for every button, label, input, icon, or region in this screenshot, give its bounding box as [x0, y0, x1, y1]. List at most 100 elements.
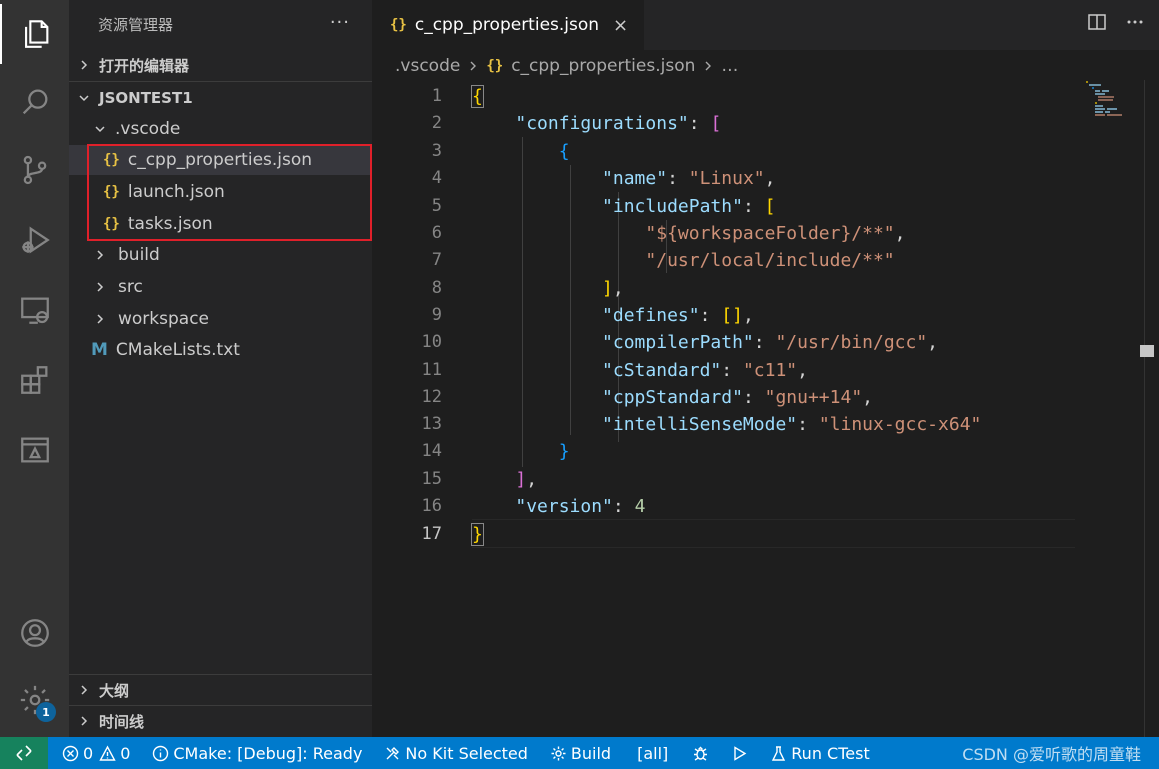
cmake-status-label: CMake: [Debug]: Ready [173, 743, 363, 763]
settings-gear-icon[interactable]: 1 [0, 670, 69, 730]
search-icon[interactable] [0, 72, 69, 132]
chevron-right-icon [93, 281, 107, 293]
remote-indicator[interactable] [0, 737, 48, 769]
tools-icon [386, 746, 400, 759]
line-number: 1 [431, 86, 442, 106]
cmake-icon[interactable] [0, 420, 69, 480]
explorer-icon[interactable] [0, 4, 69, 64]
line-number: 15 [421, 469, 442, 489]
run-ctest-label: Run CTest [791, 743, 870, 763]
tree-item-cmakelists[interactable]: M CMakeLists.txt [69, 335, 372, 365]
warning-icon [99, 745, 116, 761]
timeline-label: 时间线 [99, 712, 145, 731]
error-icon [62, 745, 79, 761]
run-debug-icon[interactable] [0, 210, 69, 270]
tab-label: c_cpp_properties.json [414, 15, 600, 35]
line-number: 10 [421, 332, 442, 352]
highlight-box [87, 144, 372, 241]
breadcrumb: .vscode {} c_cpp_properties.json … [395, 54, 738, 78]
code-line: "${workspaceFolder}/**", [645, 223, 906, 244]
open-editors-section[interactable]: 打开的编辑器 [69, 50, 372, 80]
chevron-right-icon [93, 313, 107, 325]
vertical-scrollbar[interactable] [1144, 80, 1158, 737]
code-line: { [558, 141, 570, 162]
problems-indicator[interactable]: 0 0 [62, 744, 130, 763]
line-number: 9 [431, 305, 442, 325]
activity-bar: 1 [0, 0, 69, 737]
tree-item-workspace[interactable]: workspace [69, 304, 372, 334]
json-file-icon: {} [390, 17, 407, 33]
code-line: "compilerPath": "/usr/bin/gcc", [602, 332, 939, 353]
code-line: "cppStandard": "gnu++14", [602, 387, 874, 408]
explorer-sidebar: 资源管理器 ··· 打开的编辑器 JSONTEST1 .vscode {} c_… [69, 0, 372, 737]
watermark: CSDN @爱听歌的周童鞋 [962, 745, 1141, 764]
debug-button[interactable] [692, 745, 713, 762]
chevron-down-icon [93, 123, 107, 135]
line-number: 11 [421, 360, 442, 380]
code-line: ], [602, 278, 624, 299]
info-icon [153, 745, 169, 761]
kit-selector[interactable]: No Kit Selected [384, 744, 528, 763]
build-label: Build [570, 743, 612, 763]
settings-badge: 1 [36, 702, 56, 722]
breadcrumb-file[interactable]: c_cpp_properties.json [511, 56, 695, 76]
tree-item-build[interactable]: build [69, 240, 372, 270]
breadcrumb-folder[interactable]: .vscode [395, 56, 460, 76]
chevron-right-icon [77, 59, 91, 71]
tree-item-label: CMakeLists.txt [115, 340, 240, 360]
build-target-label: [all] [637, 743, 669, 763]
minimap[interactable] [1084, 80, 1144, 120]
cmake-status[interactable]: CMake: [Debug]: Ready [152, 744, 362, 763]
extensions-icon[interactable] [0, 350, 69, 410]
scrollbar-cursor-marker [1140, 345, 1154, 357]
remote-explorer-icon[interactable] [0, 280, 69, 340]
bug-icon [694, 746, 708, 761]
code-line: "defines": [], [602, 305, 754, 326]
chevron-right-icon [703, 60, 713, 72]
tab-c-cpp-properties[interactable]: {} c_cpp_properties.json × [372, 0, 644, 50]
code-line: "cStandard": "c11", [602, 360, 808, 381]
more-actions-icon[interactable]: ··· [330, 12, 350, 33]
timeline-section[interactable]: 时间线 [69, 706, 372, 736]
line-number: 6 [431, 223, 442, 243]
tree-item-src[interactable]: src [69, 272, 372, 302]
warning-count: 0 [120, 743, 131, 763]
outline-section[interactable]: 大纲 [69, 675, 372, 705]
workspace-label: JSONTEST1 [99, 89, 193, 107]
json-file-icon: {} [486, 58, 504, 74]
tree-item-label: .vscode [115, 119, 181, 139]
close-icon[interactable]: × [613, 15, 628, 36]
workspace-section[interactable]: JSONTEST1 [69, 83, 372, 113]
gear-icon [551, 746, 566, 760]
line-number: 12 [421, 387, 442, 407]
source-control-icon[interactable] [0, 140, 69, 200]
beaker-icon [772, 745, 786, 761]
line-number: 3 [431, 141, 442, 161]
line-number: 5 [431, 196, 442, 216]
run-ctest-button[interactable]: Run CTest [770, 743, 870, 763]
chevron-right-icon [77, 684, 91, 696]
code-line: "includePath": [ [602, 196, 776, 217]
line-number: 2 [431, 113, 442, 133]
chevron-down-icon [77, 92, 91, 104]
code-line: ], [515, 469, 538, 490]
cmake-file-icon: M [91, 340, 108, 360]
account-icon[interactable] [0, 603, 69, 663]
launch-button[interactable] [731, 745, 752, 762]
build-button[interactable]: Build [550, 744, 611, 763]
editor-actions [1087, 12, 1145, 36]
code-line: } [558, 441, 570, 462]
build-target[interactable]: [all] [637, 744, 668, 763]
line-number: 7 [431, 250, 442, 270]
more-actions-icon[interactable] [1125, 12, 1145, 36]
code-editor[interactable]: 1 2 3 4 5 6 7 8 9 10 11 12 13 14 15 16 1… [372, 80, 1159, 737]
open-editors-label: 打开的编辑器 [99, 56, 190, 75]
split-editor-icon[interactable] [1087, 12, 1107, 36]
line-number: 13 [421, 414, 442, 434]
code-line: "name": "Linux", [602, 168, 776, 189]
tree-item-vscode[interactable]: .vscode [69, 114, 372, 144]
explorer-title: 资源管理器 [98, 16, 174, 34]
code-line: { [471, 85, 484, 108]
code-line: } [471, 523, 484, 546]
breadcrumb-more[interactable]: … [721, 56, 738, 76]
